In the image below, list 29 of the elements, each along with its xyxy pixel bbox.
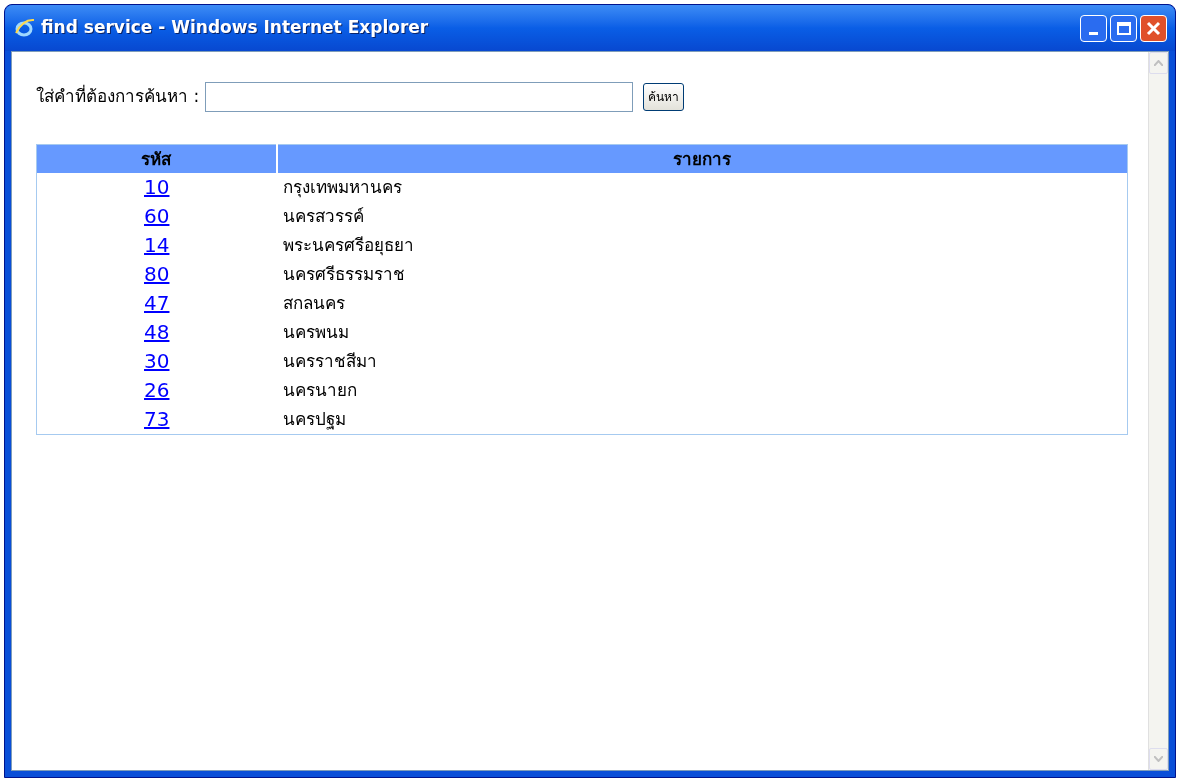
- table-cell: พระนครศรีอยุธยา: [276, 231, 1128, 260]
- close-icon: [1146, 20, 1161, 36]
- search-field[interactable]: [205, 82, 634, 112]
- table-cell: นครสวรรค์: [276, 202, 1128, 231]
- code-link[interactable]: 47: [144, 291, 170, 315]
- maximize-button[interactable]: [1110, 14, 1137, 42]
- window-title: find service - Windows Internet Explorer: [41, 16, 429, 40]
- table-cell: นครราชสีมา: [276, 347, 1128, 376]
- search-button[interactable]: ค้นหา: [643, 83, 685, 111]
- code-link[interactable]: 14: [144, 233, 170, 257]
- code-link[interactable]: 30: [144, 349, 170, 373]
- code-link[interactable]: 80: [144, 262, 170, 286]
- minimize-button[interactable]: [1080, 14, 1107, 42]
- column-header: รายการ: [276, 144, 1128, 173]
- table-cell: นครปฐม: [276, 405, 1128, 435]
- code-link[interactable]: 26: [144, 378, 170, 402]
- table-cell: สกลนคร: [276, 289, 1128, 318]
- table-cell: กรุงเทพมหานคร: [276, 173, 1128, 202]
- search-label: ใส่คำที่ต้องการค้นหา :: [36, 84, 200, 109]
- code-link[interactable]: 48: [144, 320, 170, 344]
- code-link[interactable]: 73: [144, 407, 170, 431]
- table-cell: นครศรีธรรมราช: [276, 260, 1128, 289]
- table-cell: นครนายก: [276, 376, 1128, 405]
- code-link[interactable]: 60: [144, 204, 170, 228]
- code-link[interactable]: 10: [144, 175, 170, 199]
- browser-logo-icon: [13, 17, 35, 39]
- column-header: รหัส: [36, 144, 277, 173]
- table-cell: นครพนม: [276, 318, 1128, 347]
- close-button[interactable]: [1140, 14, 1167, 42]
